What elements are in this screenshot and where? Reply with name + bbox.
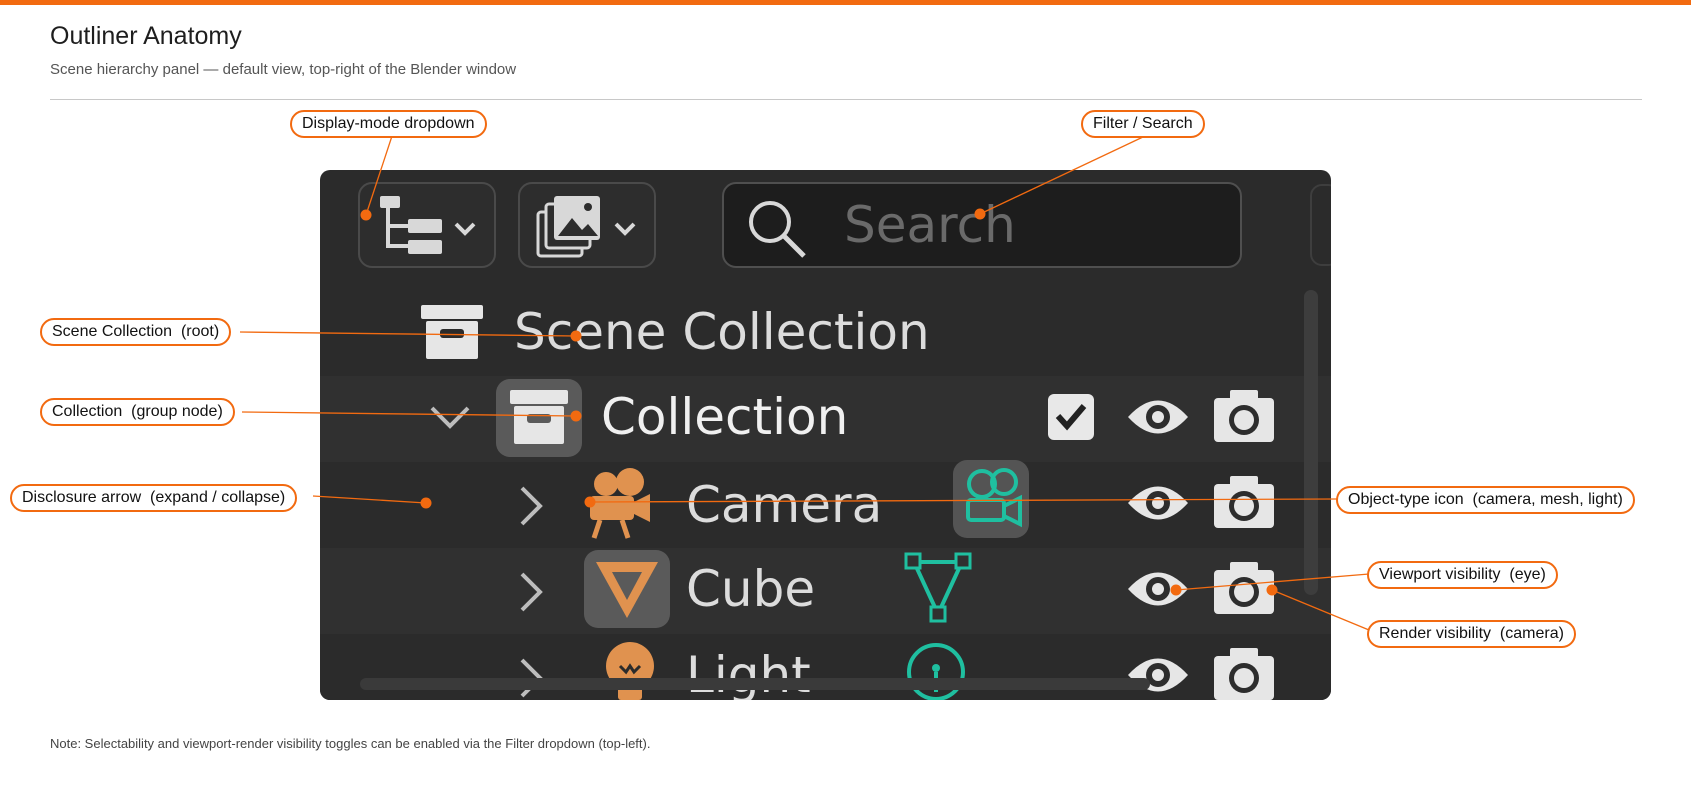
footer-note: Note: Selectability and viewport-render … [50,736,651,751]
callout-dot [1266,584,1278,596]
callout-dot [584,496,596,508]
callout-dot [360,209,372,221]
callout-filter-search: Filter / Search [1081,110,1205,138]
callout-dot [570,330,582,342]
callout-display-mode: Display-mode dropdown [290,110,487,138]
callout-viewport-visibility: Viewport visibility (eye) [1367,561,1558,589]
callout-disclosure-arrow: Disclosure arrow (expand / collapse) [10,484,298,512]
callout-collection: Collection (group node) [40,398,235,426]
callout-dot [974,208,986,220]
callout-dot [570,410,582,422]
callout-dot [1170,584,1182,596]
callout-scene-collection: Scene Collection (root) [40,318,232,346]
callout-dot [420,497,432,509]
callout-render-visibility: Render visibility (camera) [1367,620,1576,648]
callout-object-type-icon: Object-type icon (camera, mesh, light) [1336,486,1635,514]
callout-leader-lines [239,135,1370,631]
